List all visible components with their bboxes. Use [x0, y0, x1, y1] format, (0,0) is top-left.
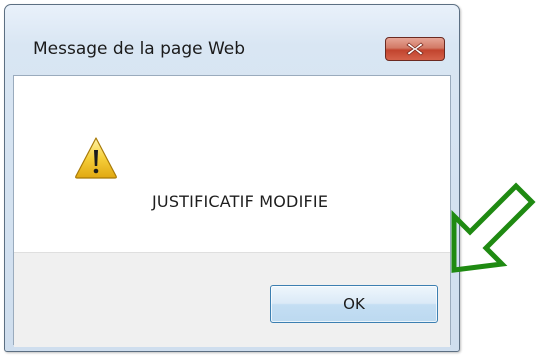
message-area: JUSTIFICATIF MODIFIE — [14, 76, 450, 252]
arrow-pointer-icon — [451, 182, 536, 273]
close-icon — [406, 42, 424, 56]
dialog-title: Message de la page Web — [33, 39, 246, 59]
ok-button[interactable]: OK — [270, 285, 438, 323]
title-bar[interactable]: Message de la page Web — [5, 5, 459, 61]
close-button[interactable] — [385, 37, 445, 61]
warning-icon — [75, 137, 117, 179]
alert-dialog: Message de la page Web JUSTIFICATIF MODI… — [4, 4, 460, 352]
screen: Message de la page Web JUSTIFICATIF MODI… — [0, 0, 536, 358]
dialog-client-area: JUSTIFICATIF MODIFIE OK — [13, 75, 451, 347]
dialog-message: JUSTIFICATIF MODIFIE — [152, 192, 329, 211]
button-bar: OK — [14, 252, 450, 347]
